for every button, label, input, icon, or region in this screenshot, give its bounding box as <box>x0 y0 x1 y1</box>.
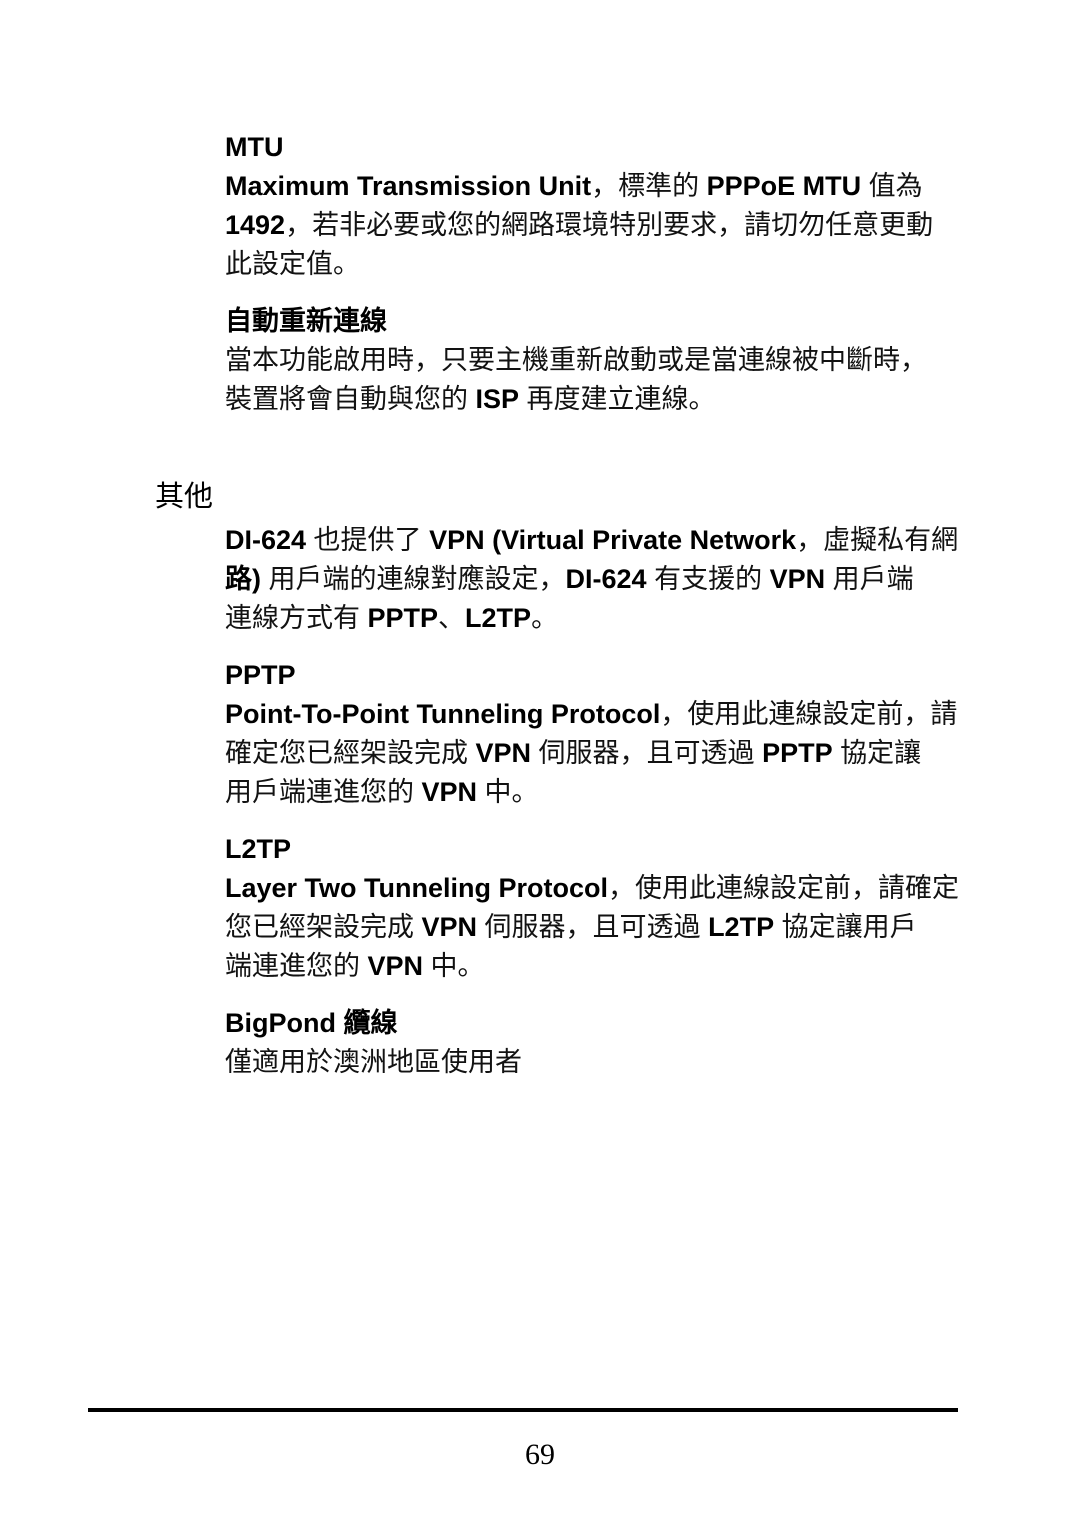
paragraph-line: 裝置將會自動與您的 ISP 再度建立連線。 <box>225 380 716 419</box>
text-run: 中。 <box>477 777 539 807</box>
footer-divider <box>88 1408 958 1412</box>
paragraph-line: 路) 用戶端的連線對應設定，DI-624 有支援的 VPN 用戶端 <box>225 560 914 599</box>
text-run-bold: PPPoE MTU <box>706 171 862 201</box>
text-run: 僅適用於澳洲地區使用者 <box>225 1047 522 1077</box>
text-run-bold: PPTP <box>762 738 833 768</box>
text-run: 確定您已經架設完成 <box>225 738 476 768</box>
text-run: ，標準的 <box>591 171 707 201</box>
text-run-bold: Point-To-Point Tunneling Protocol <box>225 699 661 729</box>
paragraph-line: 僅適用於澳洲地區使用者 <box>225 1043 522 1082</box>
page-number: 69 <box>525 1438 555 1471</box>
text-run-bold: VPN <box>421 912 478 942</box>
text-run-bold: DI-624 <box>225 525 307 555</box>
text-run-bold: VPN <box>769 564 826 594</box>
text-run-bold: Maximum Transmission Unit <box>225 171 592 201</box>
paragraph-line: 用戶端連進您的 VPN 中。 <box>225 773 539 812</box>
text-run: 伺服器，且可透過 <box>531 738 763 768</box>
text-run: ，使用此連線設定前，請 <box>660 699 958 729</box>
section-heading-mtu: MTU <box>225 132 284 162</box>
text-run: 端連進您的 <box>225 951 368 981</box>
text-run-bold: VPN (Virtual Private Network <box>429 525 797 555</box>
document-page: MTU Maximum Transmission Unit，標準的 PPPoE M… <box>0 0 1080 1527</box>
text-run-bold: VPN <box>475 738 532 768</box>
paragraph-line: Layer Two Tunneling Protocol，使用此連線設定前，請確… <box>225 869 959 908</box>
text-run: 伺服器，且可透過 <box>477 912 709 942</box>
text-run: 再度建立連線。 <box>519 384 716 414</box>
text-run: 裝置將會自動與您的 <box>225 384 476 414</box>
section-heading-l2tp: L2TP <box>225 834 292 864</box>
text-run: 值為 <box>861 171 923 201</box>
text-run-bold: 1492 <box>225 210 286 240</box>
text-run: 中。 <box>423 951 485 981</box>
text-run-bold: L2TP <box>708 912 775 942</box>
paragraph-line: Point-To-Point Tunneling Protocol，使用此連線設… <box>225 695 957 734</box>
text-run-bold: 路) <box>225 564 261 594</box>
text-run: 。 <box>531 603 559 633</box>
paragraph-line: Maximum Transmission Unit，標準的 PPPoE MTU … <box>225 167 923 206</box>
section-heading-auto-reconnect: 自動重新連線 <box>225 306 387 336</box>
text-run: 用戶端連進您的 <box>225 777 422 807</box>
paragraph-line: DI-624 也提供了 VPN (Virtual Private Network… <box>225 521 958 560</box>
paragraph-line: 端連進您的 VPN 中。 <box>225 947 485 986</box>
text-run-bold: DI-624 <box>565 564 647 594</box>
text-run: 也提供了 <box>306 525 430 555</box>
text-run-bold: VPN <box>367 951 424 981</box>
paragraph-line: 此設定值。 <box>225 245 360 284</box>
paragraph-line: 您已經架設完成 VPN 伺服器，且可透過 L2TP 協定讓用戶 <box>225 908 917 947</box>
text-run: 用戶端 <box>825 564 914 594</box>
section-heading-bigpond: BigPond 纜線 <box>225 1008 398 1038</box>
text-run: ，虛擬私有網 <box>796 525 959 555</box>
section-heading-others: 其他 <box>155 481 214 513</box>
paragraph-line: 連線方式有 PPTP、L2TP。 <box>225 599 558 638</box>
text-run-bold: VPN <box>421 777 478 807</box>
text-run: 連線方式有 <box>225 603 368 633</box>
paragraph-line: 1492，若非必要或您的網路環境特別要求，請切勿任意更動 <box>225 206 933 245</box>
text-run-bold: PPTP <box>367 603 439 633</box>
text-run: ，若非必要或您的網路環境特別要求，請切勿任意更動 <box>285 210 934 240</box>
paragraph-line: 當本功能啟用時，只要主機重新啟動或是當連線被中斷時， <box>225 341 927 380</box>
text-run: 當本功能啟用時，只要主機重新啟動或是當連線被中斷時， <box>225 345 927 375</box>
text-run-bold: Layer Two Tunneling Protocol <box>225 873 609 903</box>
text-run-bold: ISP <box>475 384 520 414</box>
text-run: 有支援的 <box>646 564 770 594</box>
text-run: 此設定值。 <box>225 249 360 279</box>
paragraph-line: 確定您已經架設完成 VPN 伺服器，且可透過 PPTP 協定讓 <box>225 734 921 773</box>
section-heading-pptp: PPTP <box>225 660 296 690</box>
text-run: 用戶端的連線對應設定， <box>261 564 566 594</box>
text-run: 您已經架設完成 <box>225 912 422 942</box>
text-run: ，使用此連線設定前，請確定 <box>608 873 960 903</box>
text-run: 協定讓用戶 <box>774 912 917 942</box>
text-run-bold: L2TP <box>465 603 532 633</box>
text-run: 協定讓 <box>832 738 922 768</box>
text-run: 、 <box>438 603 466 633</box>
